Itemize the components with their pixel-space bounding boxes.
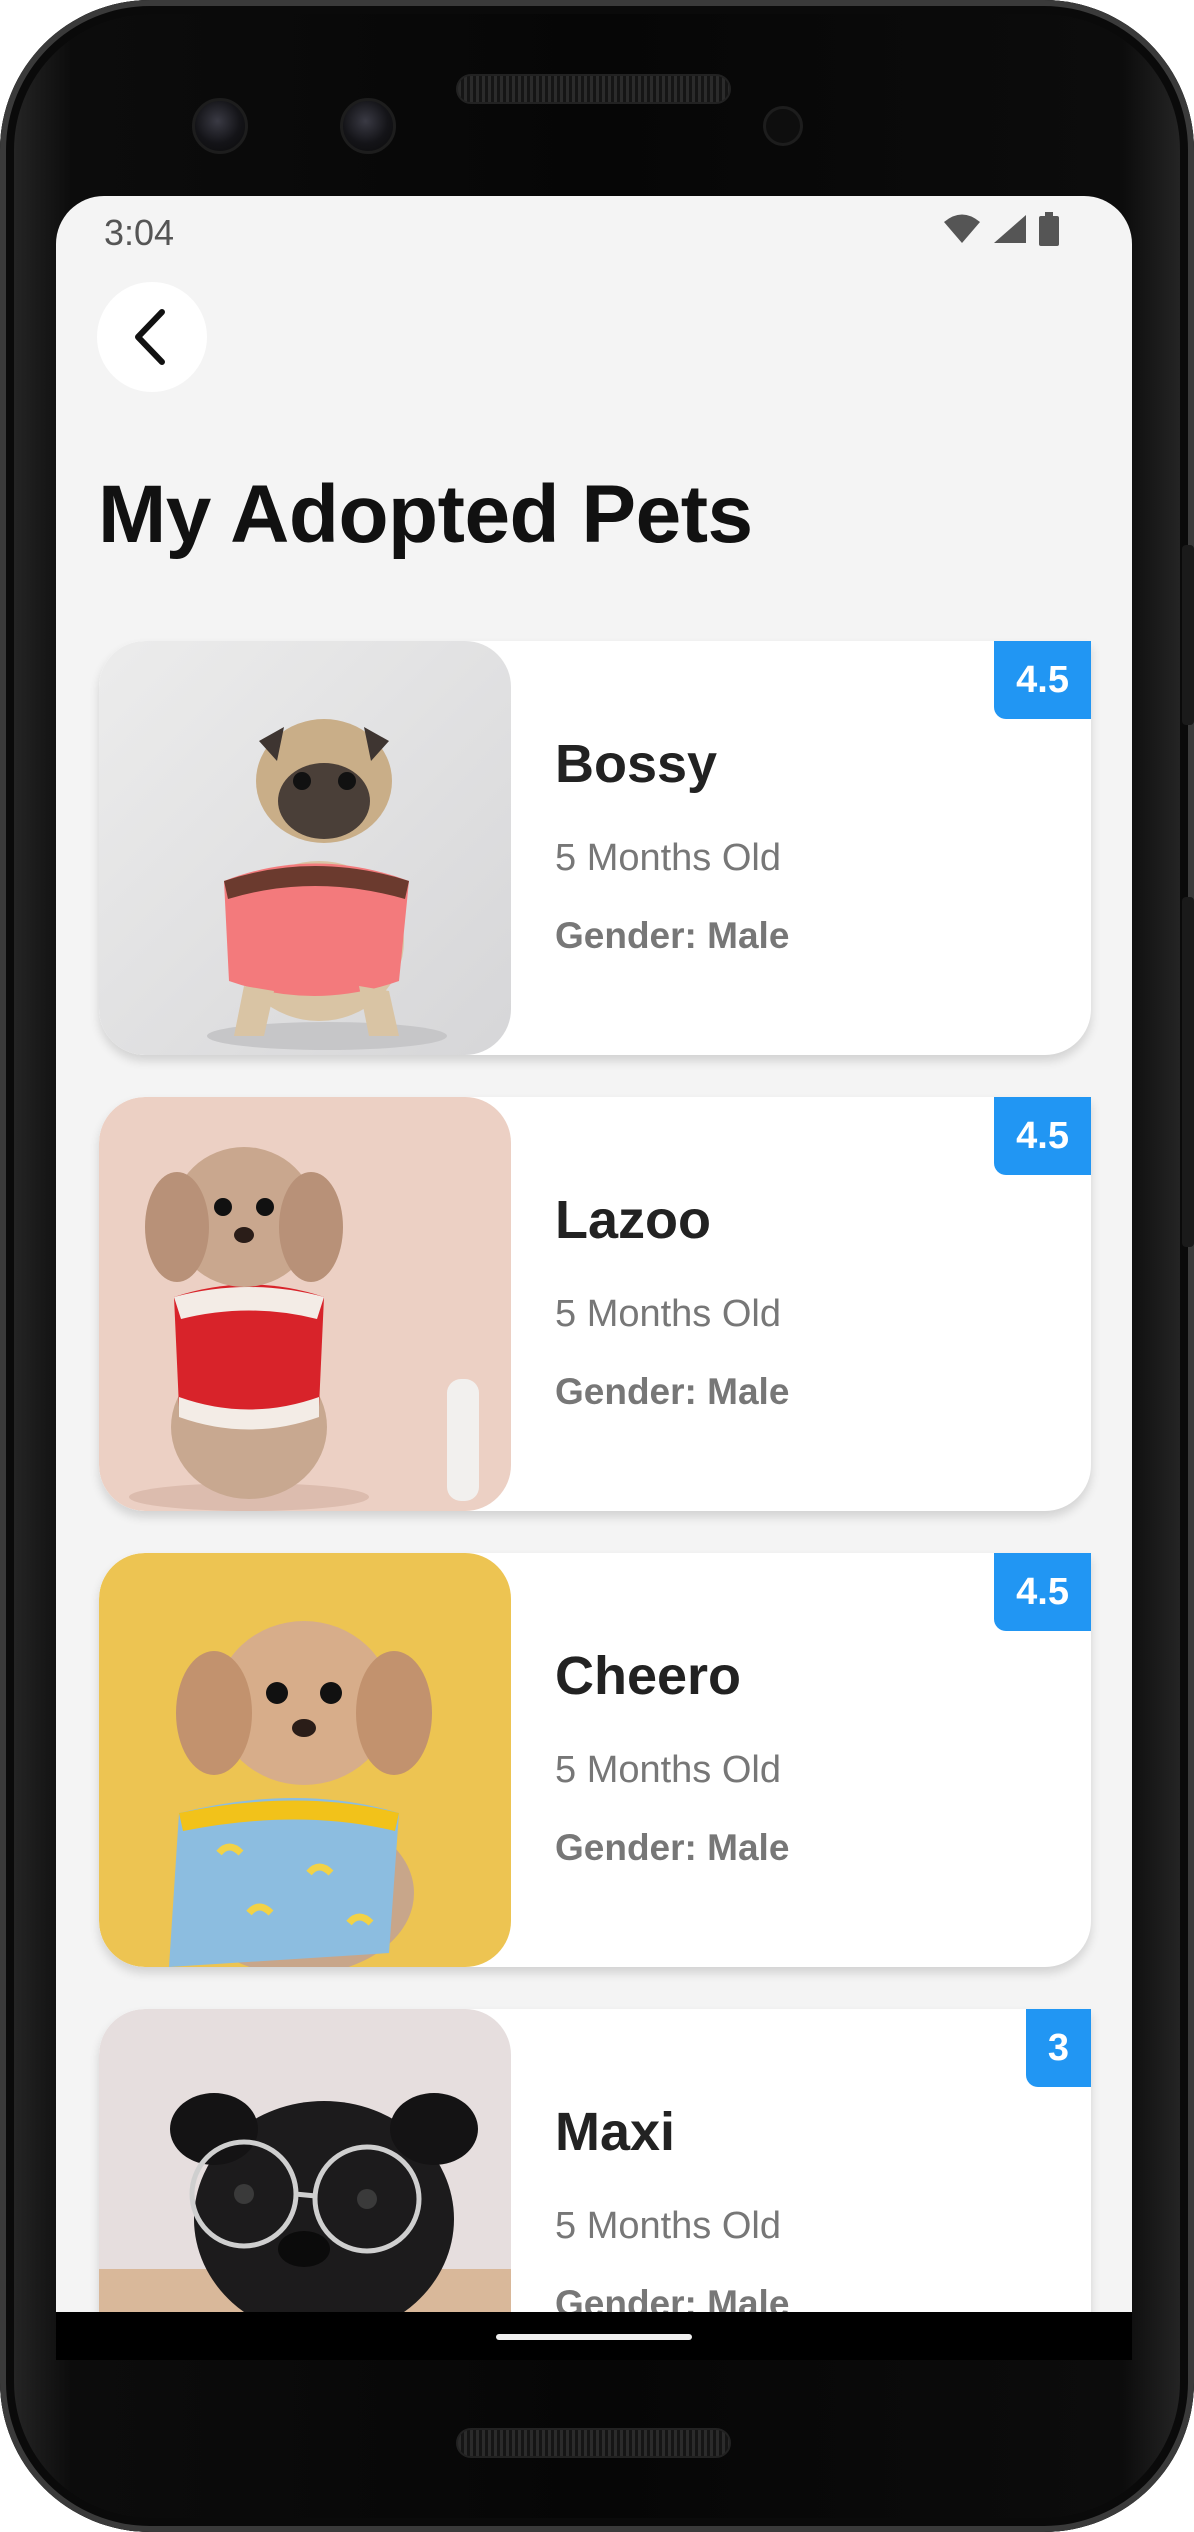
pet-name: Cheero [555, 1646, 742, 1706]
pet-age: 5 Months Old [555, 2205, 781, 2247]
pet-age: 5 Months Old [555, 837, 781, 879]
pet-gender: Gender: Male [555, 2283, 790, 2312]
status-icons [942, 212, 1060, 246]
proximity-sensor [763, 106, 803, 146]
power-button [1182, 545, 1194, 725]
front-camera [192, 98, 248, 154]
rating-badge: 4.5 [994, 1097, 1091, 1175]
pet-photo [99, 1553, 511, 1967]
rating-badge: 4.5 [994, 641, 1091, 719]
rating-badge: 4.5 [994, 1553, 1091, 1631]
front-camera-secondary [340, 98, 396, 154]
rating-badge: 3 [1025, 2009, 1091, 2087]
pet-card[interactable]: Cheero 5 Months Old Gender: Male 4.5 [99, 1553, 1091, 1967]
pet-photo [99, 2009, 511, 2312]
status-time: 3:04 [104, 212, 175, 253]
chevron-left-icon [135, 309, 165, 365]
pet-gender: Gender: Male [555, 915, 790, 956]
pet-card[interactable]: Maxi 5 Months Old Gender: Male 3 [99, 2009, 1091, 2312]
pet-card[interactable]: Lazoo 5 Months Old Gender: Male 4.5 [99, 1097, 1091, 1511]
pet-card[interactable]: Bossy 5 Months Old Gender: Male 4.5 [99, 641, 1091, 1055]
wifi-icon [944, 214, 980, 243]
earpiece-speaker [456, 74, 731, 104]
pet-name: Bossy [555, 734, 718, 794]
pet-age: 5 Months Old [555, 1293, 781, 1335]
pet-name: Maxi [555, 2102, 676, 2162]
battery-icon [1039, 212, 1059, 246]
app-screen: 3:04 My Adopted Pets Bossy 5 Months Old … [56, 196, 1132, 2312]
volume-button [1182, 897, 1194, 1247]
pet-name: Lazoo [555, 1190, 711, 1250]
status-bar: 3:04 [56, 196, 1132, 266]
bottom-speaker [456, 2428, 731, 2458]
pet-photo [99, 1097, 511, 1511]
pet-age: 5 Months Old [555, 1749, 781, 1791]
pet-gender: Gender: Male [555, 1371, 790, 1412]
pet-photo [99, 641, 511, 1055]
back-button[interactable] [97, 282, 207, 392]
signal-icon [994, 215, 1026, 243]
pet-gender: Gender: Male [555, 1827, 790, 1868]
home-gesture-handle[interactable] [496, 2334, 692, 2340]
page-title: My Adopted Pets [98, 469, 753, 560]
phone-frame: 3:04 My Adopted Pets Bossy 5 Months Old … [0, 0, 1194, 2532]
